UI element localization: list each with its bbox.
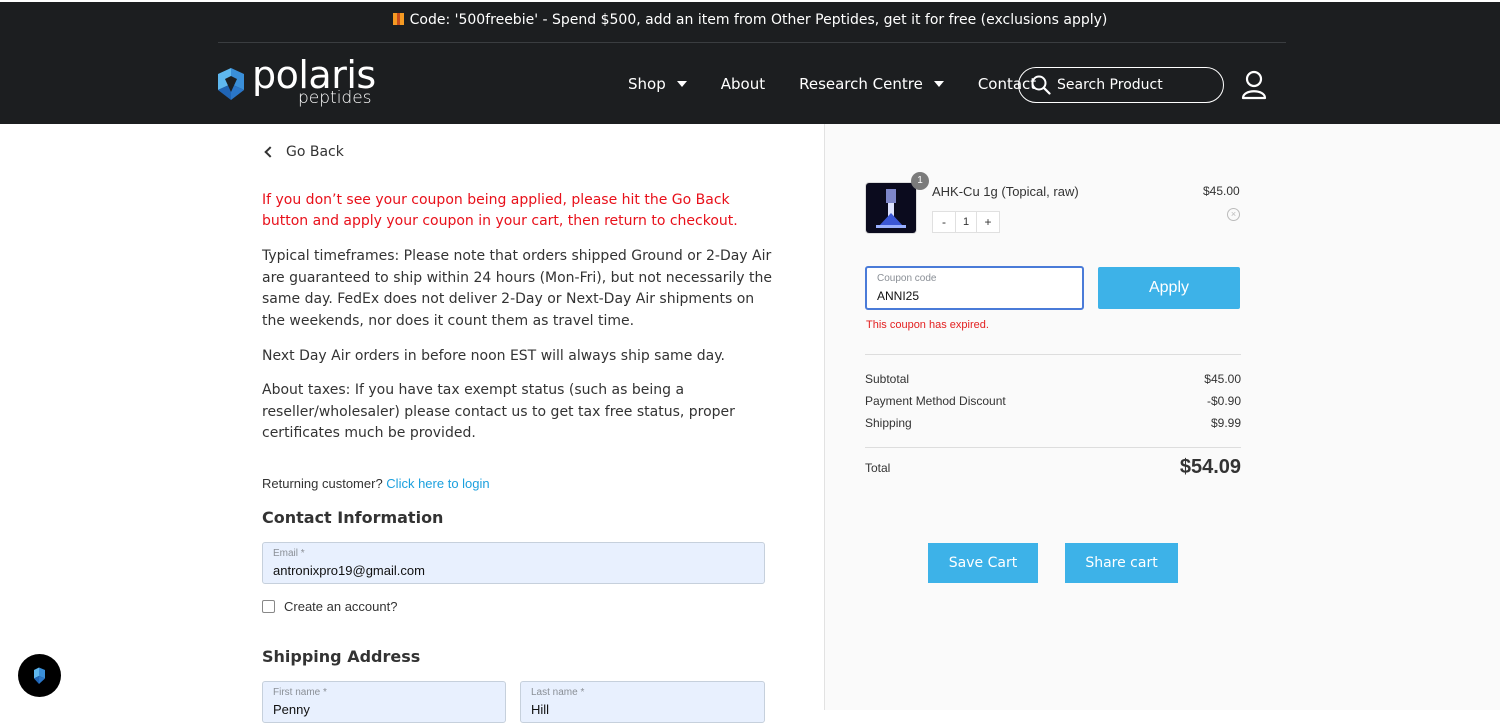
quantity-value[interactable]: 1 <box>955 212 977 232</box>
shipping-value: $9.99 <box>1210 416 1241 430</box>
gift-icon <box>392 13 404 25</box>
last-name-field[interactable]: Last name * Hill <box>520 681 765 723</box>
go-back-link[interactable]: Go Back <box>262 144 344 160</box>
site-header: Code: '500freebie' - Spend $500, add an … <box>0 0 1500 124</box>
nav-shop[interactable]: Shop <box>628 75 687 93</box>
nav-research-label: Research Centre <box>799 75 923 93</box>
returning-customer: Returning customer? Click here to login <box>262 476 490 491</box>
nav-shop-label: Shop <box>628 75 666 93</box>
coupon-warning: If you don’t see your coupon being appli… <box>262 192 738 229</box>
increase-qty-button[interactable]: + <box>977 212 999 232</box>
polaris-chat-icon <box>34 667 45 684</box>
coupon-field[interactable]: Coupon code ANNI25 <box>865 266 1084 310</box>
main-nav: Shop About Research Centre Contact <box>628 75 1070 93</box>
divider <box>865 354 1241 355</box>
taxes-note: About taxes: If you have tax exempt stat… <box>262 382 735 441</box>
polaris-logo-icon <box>218 67 244 100</box>
product-price: $45.00 <box>1203 184 1240 198</box>
chevron-down-icon <box>933 81 944 87</box>
subtotal-value: $45.00 <box>1204 372 1241 386</box>
returning-text: Returning customer? <box>262 476 383 491</box>
email-label: Email * <box>273 548 305 559</box>
divider <box>865 447 1241 448</box>
email-field[interactable]: Email * antronixpro19@gmail.com <box>262 542 765 584</box>
shipping-label: Shipping <box>865 416 912 430</box>
remove-item-icon[interactable]: × <box>1227 208 1240 221</box>
next-day-air-note: Next Day Air orders in before noon EST w… <box>262 348 725 364</box>
search-box[interactable] <box>1018 67 1224 103</box>
subtotal-label: Subtotal <box>865 372 910 386</box>
first-name-field[interactable]: First name * Penny <box>262 681 506 723</box>
quantity-stepper: - 1 + <box>932 211 1000 233</box>
shipping-heading: Shipping Address <box>262 647 421 666</box>
total-value: $54.09 <box>1179 456 1241 478</box>
user-account-icon[interactable] <box>1241 70 1267 100</box>
total-row: Total $54.09 <box>865 456 1241 479</box>
search-input[interactable] <box>1057 77 1217 93</box>
go-back-label: Go Back <box>286 144 344 160</box>
discount-value: -$0.90 <box>1206 394 1241 408</box>
total-label: Total <box>865 460 891 475</box>
nav-research-centre[interactable]: Research Centre <box>799 75 944 93</box>
product-image-icon <box>866 183 916 233</box>
login-link[interactable]: Click here to login <box>386 476 489 491</box>
search-icon[interactable] <box>1031 75 1051 95</box>
subtotal-row: Subtotal $45.00 <box>865 372 1241 386</box>
header-divider <box>218 42 1286 43</box>
coupon-value: ANNI25 <box>877 289 920 303</box>
last-name-label: Last name * <box>531 687 585 698</box>
discount-label: Payment Method Discount <box>865 394 1006 408</box>
create-account-option[interactable]: Create an account? <box>262 599 397 614</box>
shipping-timeframes-note: Typical timeframes: Please note that ord… <box>262 248 772 329</box>
logo-subtitle: peptides <box>298 88 372 108</box>
quantity-badge: 1 <box>911 172 929 190</box>
create-account-label: Create an account? <box>284 599 398 614</box>
site-logo[interactable]: polaris peptides <box>218 56 376 108</box>
order-summary: 1 AHK-Cu 1g (Topical, raw) $45.00 × - 1 … <box>824 124 1500 710</box>
nav-about-label: About <box>720 75 766 93</box>
contact-heading: Contact Information <box>262 508 444 527</box>
coupon-label: Coupon code <box>877 273 937 284</box>
chevron-left-icon <box>264 146 276 158</box>
email-value: antronixpro19@gmail.com <box>273 563 425 578</box>
decrease-qty-button[interactable]: - <box>933 212 955 232</box>
nav-about[interactable]: About <box>721 75 765 93</box>
create-account-checkbox[interactable] <box>262 600 275 613</box>
product-name: AHK-Cu 1g (Topical, raw) <box>932 184 1079 199</box>
discount-row: Payment Method Discount -$0.90 <box>865 394 1241 408</box>
first-name-label: First name * <box>273 687 327 698</box>
promo-banner: Code: '500freebie' - Spend $500, add an … <box>0 12 1500 28</box>
product-thumbnail <box>865 182 917 234</box>
coupon-error: This coupon has expired. <box>866 319 989 331</box>
shipping-row: Shipping $9.99 <box>865 416 1241 430</box>
apply-coupon-button[interactable]: Apply <box>1098 267 1240 309</box>
chevron-down-icon <box>676 81 687 87</box>
chat-widget-button[interactable] <box>18 654 61 697</box>
promo-text: Code: '500freebie' - Spend $500, add an … <box>409 12 1108 28</box>
share-cart-button[interactable]: Share cart <box>1065 543 1178 583</box>
save-cart-button[interactable]: Save Cart <box>928 543 1038 583</box>
